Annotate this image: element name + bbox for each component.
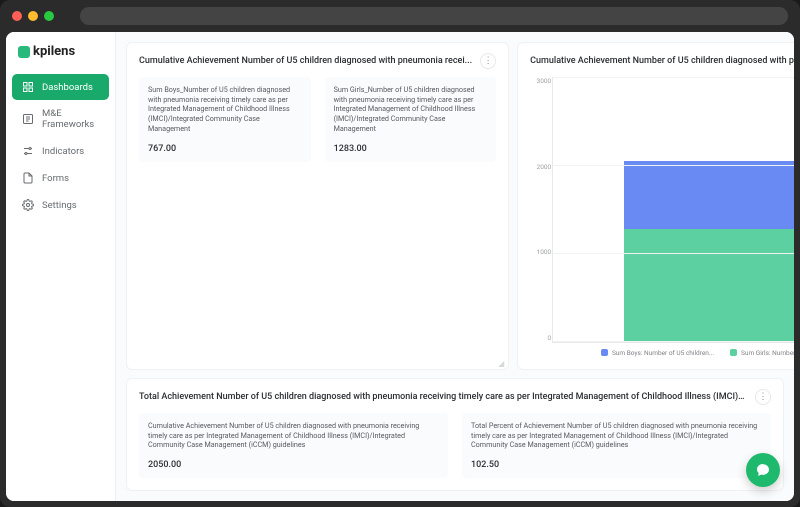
sidebar-item-label: Forms [42, 173, 69, 184]
window-minimize[interactable] [28, 11, 38, 21]
metric-label: Sum Boys_Number of U5 children diagnosed… [148, 85, 302, 134]
metric-value: 767.00 [148, 144, 302, 154]
legend-swatch-icon [601, 349, 608, 356]
metric-cumulative-total: Cumulative Achievement Number of U5 chil… [139, 413, 448, 478]
url-bar[interactable] [80, 7, 788, 25]
metric-girls: Sum Girls_Number of U5 children diagnose… [325, 77, 497, 162]
metric-label: Cumulative Achievement Number of U5 chil… [148, 421, 439, 450]
card-cumulative-metrics: Cumulative Achievement Number of U5 chil… [126, 42, 509, 370]
browser-titlebar [0, 0, 800, 32]
metric-value: 102.50 [471, 460, 762, 470]
sidebar-item-label: Settings [42, 200, 77, 211]
stacked-bar-chart: 3000 2000 1000 0 [552, 77, 794, 357]
legend-swatch-icon [730, 349, 737, 356]
legend-item-boys: Sum Boys: Number of U5 children... [601, 349, 714, 357]
legend-item-girls: Sum Girls: Number of U5 childre... [730, 349, 794, 357]
metric-percent: Total Percent of Achievement Number of U… [462, 413, 771, 478]
grid-icon [22, 81, 34, 93]
sidebar-item-settings[interactable]: Settings [12, 192, 109, 218]
gridlines [553, 77, 794, 342]
logo-mark-icon [18, 46, 30, 58]
sidebar-item-label: Dashboards [42, 82, 93, 93]
window-maximize[interactable] [44, 11, 54, 21]
framework-icon [22, 113, 34, 125]
document-icon [22, 172, 34, 184]
chart-legend: Sum Boys: Number of U5 children... Sum G… [552, 349, 794, 357]
card-total-achievement: Total Achievement Number of U5 children … [126, 378, 784, 491]
y-axis-ticks: 3000 2000 1000 0 [531, 77, 551, 342]
card-cumulative-chart: Cumulative Achievement Number of U5 chil… [517, 42, 794, 370]
card-title: Cumulative Achievement Number of U5 chil… [139, 56, 480, 66]
metric-value: 2050.00 [148, 460, 439, 470]
card-menu-button[interactable]: ⋮ [480, 53, 496, 69]
sidebar-item-indicators[interactable]: Indicators [12, 138, 109, 164]
window-close[interactable] [12, 11, 22, 21]
sliders-icon [22, 145, 34, 157]
brand-name: kpilens [33, 44, 75, 59]
card-title: Cumulative Achievement Number of U5 chil… [530, 56, 794, 66]
sidebar-item-me-frameworks[interactable]: M&E Frameworks [12, 101, 109, 137]
metric-boys: Sum Boys_Number of U5 children diagnosed… [139, 77, 311, 162]
main-content: Cumulative Achievement Number of U5 chil… [116, 32, 794, 501]
gear-icon [22, 199, 34, 211]
card-title: Total Achievement Number of U5 children … [139, 392, 755, 402]
sidebar-item-forms[interactable]: Forms [12, 165, 109, 191]
brand-logo[interactable]: kpilens [6, 44, 115, 73]
sidebar-item-label: Indicators [42, 146, 84, 157]
sidebar-item-label: M&E Frameworks [42, 108, 99, 130]
sidebar-item-dashboards[interactable]: Dashboards [12, 74, 109, 100]
chat-widget-button[interactable] [746, 453, 780, 487]
metric-value: 1283.00 [334, 144, 488, 154]
card-menu-button[interactable]: ⋮ [755, 389, 771, 405]
metric-label: Total Percent of Achievement Number of U… [471, 421, 762, 450]
metric-label: Sum Girls_Number of U5 children diagnose… [334, 85, 488, 134]
resize-handle-icon[interactable]: ◢ [498, 359, 506, 367]
sidebar: kpilens Dashboards M&E Frameworks Indica… [6, 32, 116, 501]
chat-icon [755, 462, 771, 478]
